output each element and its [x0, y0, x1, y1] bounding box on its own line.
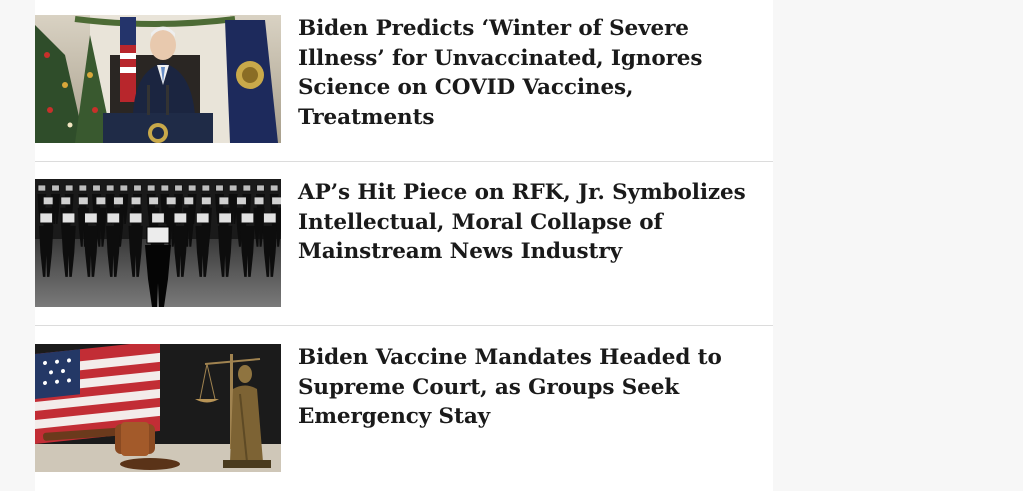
article-thumbnail[interactable]: [35, 15, 281, 143]
article-thumbnail[interactable]: [35, 179, 281, 307]
page: Biden Predicts ‘Winter of Severe Illness…: [0, 0, 1023, 491]
flag-gavel-justice-image: [35, 344, 281, 472]
tv-head-crowd-image: [35, 179, 281, 307]
president-podium-image: [35, 15, 281, 143]
article-headline[interactable]: Biden Predicts ‘Winter of Severe Illness…: [298, 14, 758, 132]
article-headline[interactable]: Biden Vaccine Mandates Headed to Supreme…: [298, 343, 758, 432]
article-thumbnail[interactable]: [35, 344, 281, 472]
article-card[interactable]: Biden Vaccine Mandates Headed to Supreme…: [35, 326, 773, 490]
article-card[interactable]: Biden Predicts ‘Winter of Severe Illness…: [35, 0, 773, 162]
article-list: Biden Predicts ‘Winter of Severe Illness…: [35, 0, 773, 491]
article-card[interactable]: AP’s Hit Piece on RFK, Jr. Symbolizes In…: [35, 162, 773, 326]
article-headline[interactable]: AP’s Hit Piece on RFK, Jr. Symbolizes In…: [298, 178, 758, 267]
